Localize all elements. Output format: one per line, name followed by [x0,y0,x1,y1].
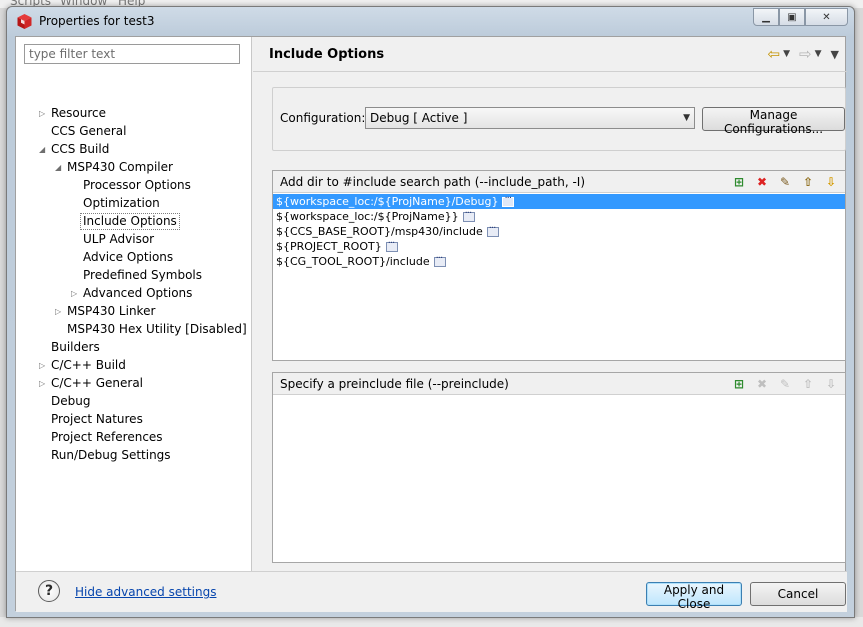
preinclude-toolbar: ⊞ ✖ ✎ ⇧ ⇩ [731,376,839,392]
window-controls: ▁ ▣ ✕ [753,8,848,26]
ellipsis-icon[interactable] [462,207,475,222]
delete-icon[interactable]: ✖ [754,376,770,392]
configuration-select[interactable]: Debug [ Active ] ▼ [365,107,695,129]
page-title: Include Options [269,47,385,62]
expanded-twisty-icon[interactable]: ◢ [39,146,47,154]
include-path-item[interactable]: ${CG_TOOL_ROOT}/include [273,252,845,269]
delete-icon[interactable]: ✖ [754,174,770,190]
tree-item-msp430-linker[interactable]: MSP430 Linker [65,303,157,320]
tree-item-processor-options[interactable]: Processor Options [81,177,193,194]
manage-configurations-button[interactable]: Manage Configurations... [702,107,845,136]
move-down-icon[interactable]: ⇩ [823,376,839,392]
tree-item-cpp-general[interactable]: C/C++ General [49,375,145,392]
title-separator [253,71,847,72]
include-path-item[interactable]: ${CCS_BASE_ROOT}/msp430/include [273,222,845,239]
tree-item-ccs-general[interactable]: CCS General [49,123,128,140]
preinclude-title: Specify a preinclude file (--preinclude) [280,377,509,391]
tree-item-ulp-advisor[interactable]: ULP Advisor [81,231,156,248]
include-path-toolbar: ⊞ ✖ ✎ ⇧ ⇩ [731,174,839,190]
include-path-title: Add dir to #include search path (--inclu… [280,175,586,189]
dialog-button-bar: ? Hide advanced settings Apply and Close… [16,571,847,612]
preinclude-header: Specify a preinclude file (--preinclude)… [273,373,845,395]
collapsed-twisty-icon[interactable]: ▷ [39,380,47,388]
back-arrow-icon[interactable]: ⇦ [768,45,781,63]
tree-item-msp430-compiler[interactable]: MSP430 Compiler [65,159,175,176]
forward-arrow-icon[interactable]: ⇨ [799,45,812,63]
background-strip [0,617,863,627]
add-icon[interactable]: ⊞ [731,376,747,392]
tree-item-project-references[interactable]: Project References [49,429,165,446]
dialog-client-area: ▷ Resource CCS General ◢ CCS Build ◢ MSP… [15,36,847,612]
include-path-panel: Add dir to #include search path (--inclu… [272,170,846,361]
move-up-icon[interactable]: ⇧ [800,174,816,190]
view-menu-icon[interactable]: ▼ [831,48,839,61]
close-button[interactable]: ✕ [805,8,848,26]
back-history-dropdown-icon[interactable]: ▼ [783,49,790,59]
ellipsis-icon[interactable] [433,252,446,267]
preinclude-panel: Specify a preinclude file (--preinclude)… [272,372,846,563]
include-path-item[interactable]: ${workspace_loc:/${ProjName}} [273,207,845,224]
edit-icon[interactable]: ✎ [777,376,793,392]
move-up-icon[interactable]: ⇧ [800,376,816,392]
ellipsis-icon[interactable] [385,237,398,252]
collapsed-twisty-icon[interactable]: ▷ [39,362,47,370]
tree-item-ccs-build[interactable]: CCS Build [49,141,111,158]
minimize-icon: ▁ [762,11,770,23]
tree-item-msp430-hex-utility[interactable]: MSP430 Hex Utility [Disabled] [65,321,249,338]
maximize-icon: ▣ [787,11,797,23]
move-down-icon[interactable]: ⇩ [823,174,839,190]
ellipsis-icon[interactable] [502,192,515,207]
tree-item-run-debug-settings[interactable]: Run/Debug Settings [49,447,173,464]
tree-item-include-options[interactable]: Include Options [80,213,180,230]
configuration-label: Configuration: [280,111,366,125]
include-path-header: Add dir to #include search path (--inclu… [273,171,845,193]
maximize-button[interactable]: ▣ [779,8,805,26]
tree-item-optimization[interactable]: Optimization [81,195,162,212]
expanded-twisty-icon[interactable]: ◢ [55,164,63,172]
include-path-text: ${CCS_BASE_ROOT}/msp430/include [276,224,483,238]
include-path-text: ${PROJECT_ROOT} [276,239,382,253]
cancel-button[interactable]: Cancel [750,582,846,606]
page-navigation: ⇦ ▼ ⇨ ▼ ▼ [768,45,839,63]
collapsed-twisty-icon[interactable]: ▷ [39,110,47,118]
include-path-item[interactable]: ${PROJECT_ROOT} [273,237,845,254]
add-icon[interactable]: ⊞ [731,174,747,190]
include-path-text: ${workspace_loc:/${ProjName}} [276,209,459,223]
tree-item-resource[interactable]: Resource [49,105,108,122]
dialog-title: Properties for test3 [39,14,155,28]
hide-advanced-settings-link[interactable]: Hide advanced settings [75,585,216,599]
edit-icon[interactable]: ✎ [777,174,793,190]
properties-dialog: Properties for test3 ▁ ▣ ✕ ▷ Resource CC… [6,6,855,618]
tree-item-project-natures[interactable]: Project Natures [49,411,145,428]
configuration-group: Configuration: Debug [ Active ] ▼ Manage… [272,87,846,151]
ellipsis-icon[interactable] [486,222,499,237]
tree-item-advanced-options[interactable]: Advanced Options [81,285,194,302]
include-path-item[interactable]: ${workspace_loc:/${ProjName}/Debug} [273,192,845,209]
collapsed-twisty-icon[interactable]: ▷ [55,308,63,316]
ccs-cube-icon [17,14,32,29]
close-icon: ✕ [822,11,831,23]
tree-item-predefined-symbols[interactable]: Predefined Symbols [81,267,204,284]
preferences-tree-pane: ▷ Resource CCS General ◢ CCS Build ◢ MSP… [16,37,252,571]
configuration-selected-value: Debug [ Active ] [370,111,468,125]
filter-input[interactable] [24,44,240,64]
help-icon[interactable]: ? [38,580,60,602]
dropdown-arrow-icon: ▼ [683,113,690,123]
tree-item-cpp-build[interactable]: C/C++ Build [49,357,128,374]
include-path-text: ${CG_TOOL_ROOT}/include [276,254,430,268]
property-page: Include Options ⇦ ▼ ⇨ ▼ ▼ Configuration:… [253,37,847,571]
minimize-button[interactable]: ▁ [753,8,779,26]
forward-history-dropdown-icon[interactable]: ▼ [815,49,822,59]
apply-and-close-button[interactable]: Apply and Close [646,582,742,611]
include-path-list: ${workspace_loc:/${ProjName}/Debug} ${wo… [273,192,845,269]
collapsed-twisty-icon[interactable]: ▷ [71,290,79,298]
tree-item-advice-options[interactable]: Advice Options [81,249,175,266]
tree-item-builders[interactable]: Builders [49,339,102,356]
title-bar[interactable]: Properties for test3 ▁ ▣ ✕ [7,7,854,35]
tree-item-debug[interactable]: Debug [49,393,92,410]
